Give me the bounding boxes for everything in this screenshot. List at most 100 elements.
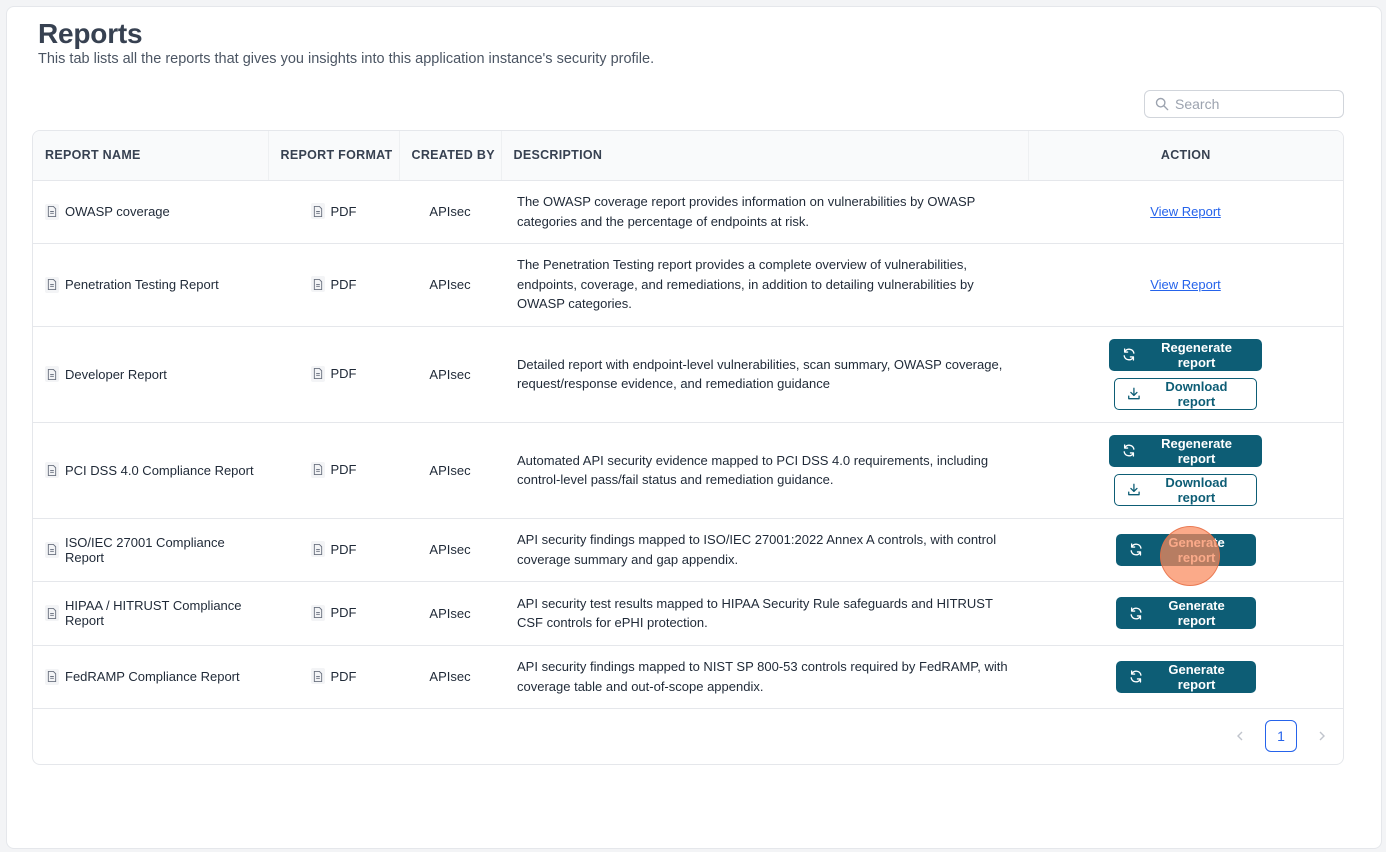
- report-name: PCI DSS 4.0 Compliance Report: [65, 462, 254, 478]
- cell-report-name: PCI DSS 4.0 Compliance Report: [33, 422, 268, 519]
- view-report-link[interactable]: View Report: [1150, 277, 1221, 292]
- download-report-button[interactable]: Download report: [1114, 377, 1257, 410]
- view-report-link[interactable]: View Report: [1150, 204, 1221, 219]
- download-report-button[interactable]: Download report: [1114, 473, 1257, 506]
- action-buttons: Regenerate report Download report: [1028, 338, 1343, 410]
- document-icon: [47, 206, 57, 217]
- cell-action: Generate report: [1028, 518, 1343, 582]
- document-icon: [313, 543, 322, 555]
- generate-report-button[interactable]: Generate report: [1115, 533, 1256, 566]
- cell-created-by: APIsec: [399, 243, 501, 327]
- cell-description: API security findings mapped to ISO/IEC …: [501, 518, 1028, 582]
- cell-report-name: Developer Report: [33, 326, 268, 423]
- cell-report-name: Penetration Testing Report: [33, 243, 268, 327]
- table-row: ISO/IEC 27001 Compliance Report PDF APIsec…: [33, 518, 1343, 582]
- document-icon: [313, 464, 322, 476]
- document-icon: [313, 278, 322, 290]
- table-row: Penetration Testing Report PDF APIsec The P…: [33, 243, 1343, 327]
- cell-report-format: PDF: [268, 326, 399, 423]
- column-header-created-by: CREATED BY: [399, 131, 502, 181]
- document-icon-wrap: [45, 276, 59, 293]
- document-icon-wrap: [45, 462, 59, 478]
- column-header-report-format: REPORT FORMAT: [268, 131, 400, 181]
- regenerate-report-label: Regenerate report: [1161, 435, 1232, 466]
- regenerate-report-button[interactable]: Regenerate report: [1109, 338, 1262, 371]
- cell-description: Automated API security evidence mapped t…: [501, 422, 1028, 519]
- cell-created-by: APIsec: [399, 581, 501, 646]
- report-description: Automated API security evidence mapped t…: [517, 452, 989, 488]
- search-box[interactable]: [1144, 90, 1344, 118]
- pagination-next-button[interactable]: [1315, 729, 1329, 743]
- table-row: Developer Report PDF APIsec Detailed report…: [33, 326, 1343, 423]
- cell-created-by: APIsec: [399, 518, 501, 582]
- report-format: PDF: [330, 203, 357, 219]
- search-input[interactable]: [1175, 96, 1335, 112]
- cell-report-name: HIPAA / HITRUST Compliance Report: [33, 581, 268, 646]
- cell-action: Regenerate report Download report: [1028, 422, 1343, 519]
- cell-action: Regenerate report Download report: [1028, 326, 1343, 423]
- regenerate-report-button[interactable]: Regenerate report: [1109, 434, 1262, 467]
- created-by: APIsec: [429, 204, 471, 219]
- column-header-report-name: REPORT NAME: [33, 131, 269, 181]
- pagination-page-current[interactable]: 1: [1265, 720, 1297, 752]
- cell-description: Detailed report with endpoint-level vuln…: [501, 326, 1028, 423]
- report-format: PDF: [330, 605, 357, 621]
- cell-action: View Report: [1028, 243, 1343, 327]
- generate-report-label: Generate report: [1168, 598, 1225, 628]
- cell-report-name: OWASP coverage: [33, 180, 268, 244]
- document-icon-wrap: [45, 605, 59, 621]
- created-by: APIsec: [429, 542, 471, 557]
- document-icon-wrap: [310, 668, 325, 685]
- table-header-row: REPORT NAME REPORT FORMAT CREATED BY DES…: [33, 131, 1343, 181]
- column-header-action: ACTION: [1028, 131, 1343, 181]
- document-icon: [47, 607, 57, 619]
- download-icon: [1128, 387, 1140, 400]
- cell-description: The OWASP coverage report provides infor…: [501, 180, 1028, 244]
- created-by: APIsec: [429, 669, 471, 684]
- generate-report-label: Generate report: [1168, 534, 1225, 565]
- created-by: APIsec: [429, 366, 471, 382]
- document-icon: [47, 368, 57, 380]
- document-icon: [313, 205, 322, 217]
- document-icon-wrap: [45, 366, 59, 382]
- refresh-icon: [1123, 444, 1135, 457]
- action-buttons: Regenerate report Download report: [1028, 434, 1343, 506]
- cell-report-format: PDF: [268, 243, 399, 327]
- cell-description: The Penetration Testing report provides …: [501, 243, 1028, 327]
- document-icon: [47, 279, 57, 290]
- cell-description: API security test results mapped to HIPA…: [501, 581, 1028, 646]
- report-name: HIPAA / HITRUST Compliance Report: [65, 598, 242, 628]
- reports-table: REPORT NAME REPORT FORMAT CREATED BY DES…: [33, 131, 1343, 709]
- chevron-right-icon: [1319, 731, 1325, 741]
- pagination: 1: [1233, 720, 1329, 752]
- cell-created-by: APIsec: [399, 422, 501, 519]
- page-title: Reports: [38, 18, 143, 49]
- cell-report-format: PDF: [268, 645, 399, 709]
- table-row: FedRAMP Compliance Report PDF APIsec API se…: [33, 645, 1343, 709]
- document-icon: [313, 607, 322, 619]
- report-format: PDF: [330, 541, 357, 557]
- cell-created-by: APIsec: [399, 645, 501, 709]
- pagination-prev-button[interactable]: [1233, 729, 1247, 743]
- document-icon-wrap: [310, 604, 325, 621]
- cell-report-format: PDF: [268, 180, 399, 244]
- generate-report-button[interactable]: Generate report: [1115, 660, 1256, 693]
- document-icon: [47, 671, 57, 682]
- report-name: FedRAMP Compliance Report: [65, 669, 240, 684]
- cell-report-format: PDF: [268, 422, 399, 519]
- report-format: PDF: [330, 276, 357, 292]
- report-format: PDF: [330, 668, 357, 684]
- cell-created-by: APIsec: [399, 180, 501, 244]
- table-row: HIPAA / HITRUST Compliance Report PDF APIs…: [33, 581, 1343, 646]
- report-name: Penetration Testing Report: [65, 277, 219, 292]
- report-name: OWASP coverage: [65, 204, 170, 219]
- table-row: OWASP coverage PDF APIsec The OWASP coverag…: [33, 180, 1343, 244]
- report-description: The Penetration Testing report provides …: [517, 257, 974, 312]
- document-icon-wrap: [310, 276, 325, 293]
- cell-report-format: PDF: [268, 581, 399, 646]
- search-icon: [1155, 97, 1169, 111]
- reports-table-container: REPORT NAME REPORT FORMAT CREATED BY DES…: [32, 130, 1344, 765]
- download-report-label: Download report: [1165, 474, 1228, 505]
- generate-report-button[interactable]: Generate report: [1115, 597, 1256, 629]
- document-icon-wrap: [310, 461, 325, 478]
